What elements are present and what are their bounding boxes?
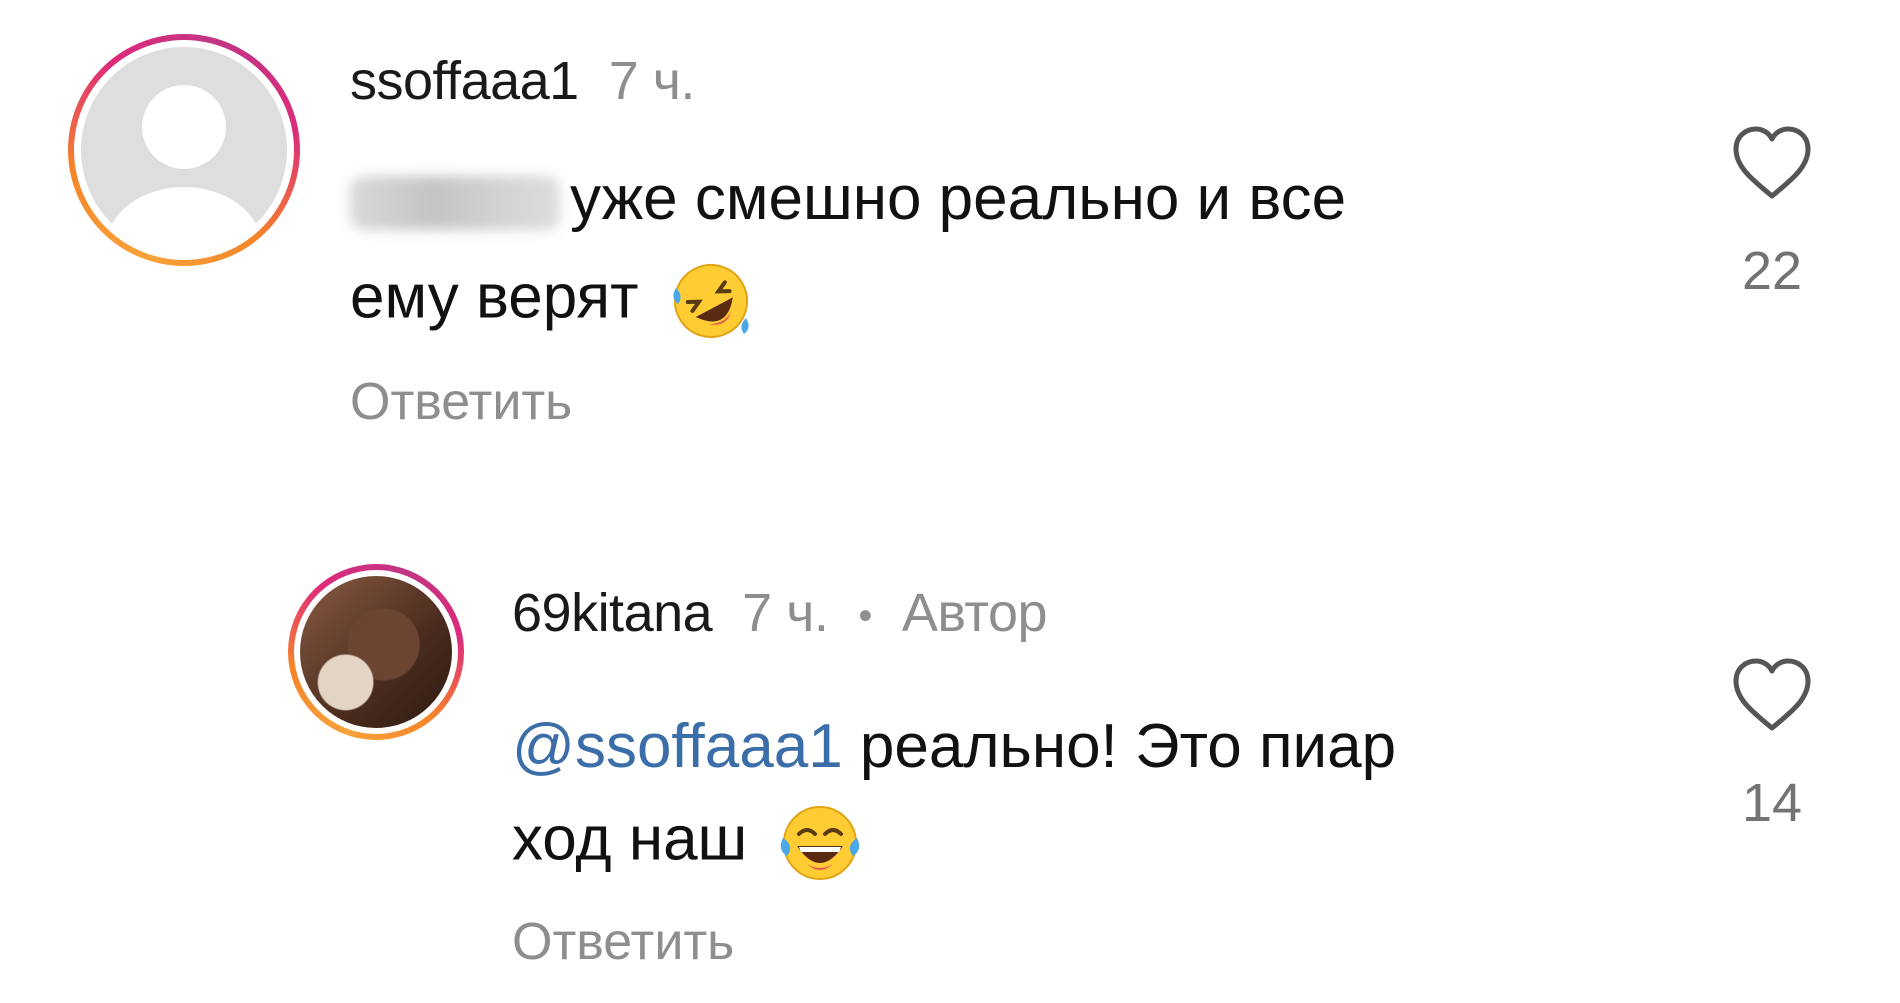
reply-button[interactable]: Ответить bbox=[350, 372, 572, 432]
timestamp: 7 ч. bbox=[742, 583, 829, 643]
tears-of-joy-icon bbox=[780, 806, 859, 880]
separator-dot: • bbox=[858, 594, 872, 639]
comment-text: уже смешно реально и все bbox=[570, 164, 1347, 233]
avatar-story-ring[interactable] bbox=[288, 564, 464, 740]
blurred-redaction bbox=[350, 175, 560, 230]
comment-text: ход наш bbox=[512, 804, 748, 874]
comment-text-line-1: @ssoffaaa1 реально! Это пиар bbox=[512, 716, 1396, 778]
comment-text: ему верят bbox=[350, 262, 639, 332]
avatar bbox=[300, 576, 452, 728]
heart-outline-icon[interactable] bbox=[1730, 124, 1814, 202]
comment-header: ssoffaaa1 7 ч. bbox=[350, 50, 695, 112]
like-count: 14 bbox=[1741, 773, 1803, 833]
comment-text-line-2: ход наш bbox=[512, 800, 863, 886]
heart-outline-icon[interactable] bbox=[1730, 656, 1814, 734]
comment-header: 69kitana 7 ч. • Автор bbox=[512, 582, 1048, 644]
username[interactable]: 69kitana bbox=[512, 583, 713, 643]
timestamp: 7 ч. bbox=[608, 51, 696, 111]
comment-text: реально! Это пиар bbox=[842, 712, 1397, 781]
mention-link[interactable]: @ssoffaaa1 bbox=[512, 712, 843, 781]
default-user-icon bbox=[106, 85, 262, 253]
comment-text-line-2: ему верят bbox=[350, 258, 754, 344]
reply-button[interactable]: Ответить bbox=[512, 912, 734, 972]
like-count: 22 bbox=[1741, 241, 1803, 301]
rolling-on-floor-laughing-icon bbox=[673, 264, 749, 338]
comment-text-line-1: уже смешно реально и все bbox=[350, 168, 1346, 230]
avatar-story-ring[interactable] bbox=[68, 34, 300, 266]
author-badge: Автор bbox=[901, 583, 1048, 643]
avatar bbox=[81, 47, 287, 253]
username[interactable]: ssoffaaa1 bbox=[350, 51, 579, 111]
